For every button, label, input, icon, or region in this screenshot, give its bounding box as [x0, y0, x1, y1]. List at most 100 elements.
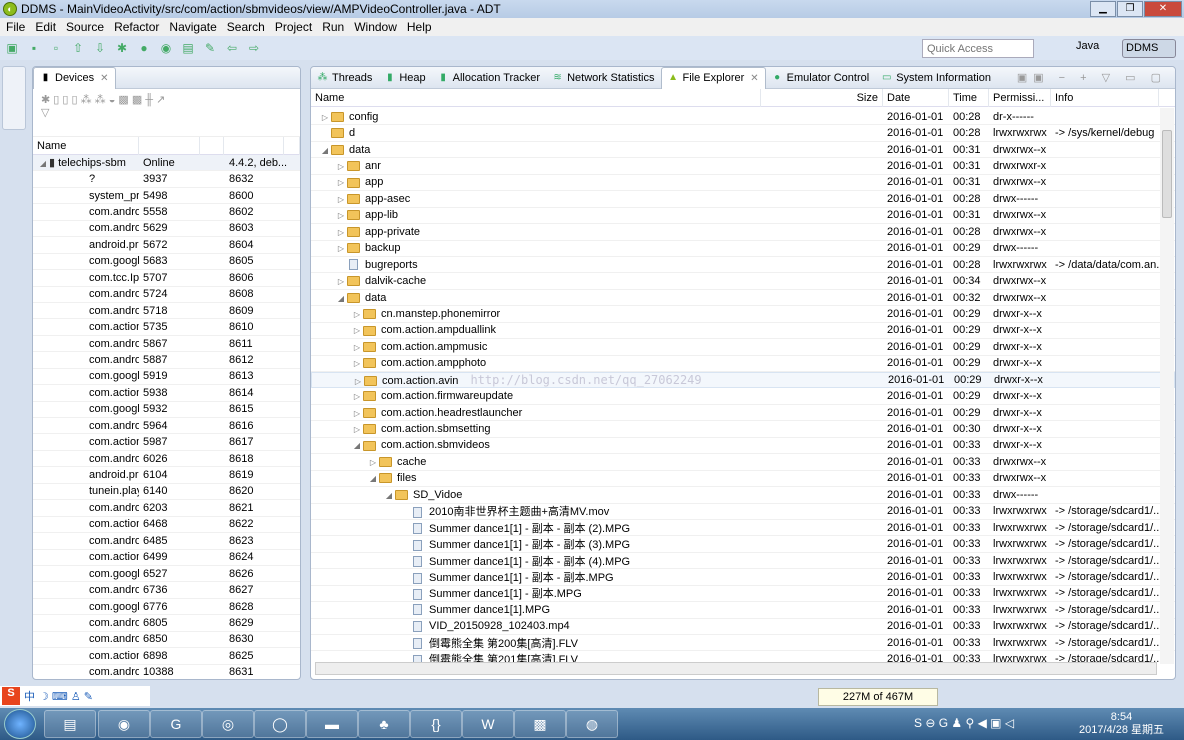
back-icon[interactable]: ⇦ [224, 40, 240, 56]
process-row[interactable]: com.andro 5724 8608 [33, 287, 300, 303]
menu-run[interactable]: Run [322, 20, 344, 34]
expand-arrow-icon[interactable]: ▷ [335, 178, 347, 187]
process-row[interactable]: com.andro 6203 8621 [33, 500, 300, 517]
process-row[interactable]: com.action 6468 8622 [33, 517, 300, 534]
expand-arrow-icon[interactable]: ▷ [351, 326, 363, 335]
folder-row[interactable]: ◢ files 2016-01-01 00:33 drwxrwx--x [311, 471, 1175, 488]
explorer-taskbar-icon[interactable]: ▤ [44, 710, 96, 738]
device-row[interactable]: ◢ ▮ telechips-sbm Online 4.4.2, deb... [33, 155, 300, 172]
file-row[interactable]: Summer dance1[1].MPG 2016-01-01 00:33 lrwxr… [311, 602, 1175, 619]
process-row[interactable]: com.andro 5629 8603 [33, 221, 300, 238]
process-row[interactable]: com.action 5938 8614 [33, 385, 300, 402]
folder-row[interactable]: ▷ app-lib 2016-01-01 00:31 drwxrwx--x [311, 208, 1175, 225]
menu-search[interactable]: Search [227, 20, 265, 34]
process-row[interactable]: com.googl 6776 8628 [33, 599, 300, 616]
start-button[interactable] [4, 709, 36, 739]
menu-project[interactable]: Project [275, 20, 312, 34]
folder-row[interactable]: ▷ com.action.ampduallink 2016-01-01 00:29 dr… [311, 323, 1175, 340]
column-header[interactable]: Name [33, 136, 139, 155]
file-row[interactable]: Summer dance1[1] - 副本 - 副本 (3).MPG 2016-0… [311, 536, 1175, 553]
file-row[interactable]: 2010南非世界杯主题曲+高清MV.mov 2016-01-01 00:33 lrwx… [311, 504, 1175, 520]
upload-icon[interactable]: ⇧ [70, 40, 86, 56]
column-header[interactable]: Name [311, 88, 761, 107]
process-row[interactable]: tunein.play 6140 8620 [33, 484, 300, 501]
tab-system-information[interactable]: ▭ System Information [875, 67, 997, 89]
expand-arrow-icon[interactable]: ◢ [383, 491, 395, 500]
process-row[interactable]: com.andro 5887 8612 [33, 352, 300, 369]
file-row[interactable]: 倒霉熊全集 第200集[高清].FLV 2016-01-01 00:33 lrwxrw… [311, 635, 1175, 652]
folder-row[interactable]: ▷ com.action.avin http://blog.csdn.net/qq_… [311, 372, 1175, 389]
process-row[interactable]: com.action 5735 8610 [33, 319, 300, 336]
expand-arrow-icon[interactable]: ▷ [351, 392, 363, 401]
column-header[interactable] [284, 136, 300, 155]
process-row[interactable]: com.googl 5683 8605 [33, 254, 300, 271]
expand-arrow-icon[interactable]: ▷ [335, 244, 347, 253]
external-tools-icon[interactable]: ◉ [158, 40, 174, 56]
process-row[interactable]: android.pr 5672 8604 [33, 237, 300, 254]
close-tab-icon[interactable]: ✕ [100, 73, 108, 84]
process-row[interactable]: system_prc 5498 8600 [33, 188, 300, 205]
folder-row[interactable]: ▷ com.action.headrestlauncher 2016-01-01 00… [311, 405, 1175, 422]
adt-taskbar-icon[interactable]: {} [410, 710, 462, 738]
process-row[interactable]: com.andro 5964 8616 [33, 418, 300, 435]
tab-network-statistics[interactable]: ≋ Network Statistics [546, 67, 660, 89]
process-row[interactable]: com.andro 5558 8602 [33, 204, 300, 221]
close-button[interactable]: ✕ [1144, 1, 1182, 17]
tab-allocation-tracker[interactable]: ▮ Allocation Tracker [432, 67, 546, 89]
horizontal-scrollbar[interactable] [315, 662, 1157, 675]
tab-devices[interactable]: ▮ Devices ✕ [33, 66, 116, 89]
clover-taskbar-icon[interactable]: ♣ [358, 710, 410, 738]
menu-edit[interactable]: Edit [35, 20, 56, 34]
process-row[interactable]: com.action 5987 8617 [33, 434, 300, 451]
expand-arrow-icon[interactable]: ▷ [351, 409, 363, 418]
column-header[interactable]: Time [949, 88, 989, 107]
column-header[interactable] [200, 136, 225, 155]
search-icon[interactable]: ✎ [202, 40, 218, 56]
quick-access-input[interactable] [922, 39, 1034, 58]
trim-stack[interactable] [2, 66, 26, 130]
download-icon[interactable]: ⇩ [92, 40, 108, 56]
process-row[interactable]: com.andro 6736 8627 [33, 582, 300, 599]
expand-arrow-icon[interactable]: ▷ [351, 425, 363, 434]
column-header[interactable] [139, 136, 201, 155]
folder-row[interactable]: ◢ SD_Vidoe 2016-01-01 00:33 drwx------ [311, 487, 1175, 504]
expand-arrow-icon[interactable]: ◢ [335, 294, 347, 303]
process-row[interactable]: com.andro 5867 8611 [33, 336, 300, 353]
process-row[interactable]: com.googl 5932 8615 [33, 402, 300, 418]
process-row[interactable]: com.andro 6026 8618 [33, 451, 300, 468]
expand-arrow-icon[interactable]: ◢ [37, 159, 49, 168]
expand-arrow-icon[interactable]: ▷ [352, 377, 364, 386]
menu-file[interactable]: File [6, 20, 25, 34]
tab-threads[interactable]: ⁂ Threads [311, 67, 378, 89]
process-row[interactable]: com.action 6898 8625 [33, 648, 300, 665]
forward-icon[interactable]: ⇨ [246, 40, 262, 56]
folder-row[interactable]: ▷ backup 2016-01-01 00:29 drwx------ [311, 241, 1175, 257]
file-row[interactable]: Summer dance1[1] - 副本.MPG 2016-01-01 00:33… [311, 586, 1175, 603]
process-row[interactable]: com.andro 6485 8623 [33, 533, 300, 550]
folder-row[interactable]: ▷ com.action.ampmusic 2016-01-01 00:29 drwxr… [311, 339, 1175, 356]
app-g-taskbar-icon[interactable]: G [150, 710, 202, 738]
expand-arrow-icon[interactable]: ▷ [335, 195, 347, 204]
expand-arrow-icon[interactable]: ▷ [335, 211, 347, 220]
image-taskbar-icon[interactable]: ▩ [514, 710, 566, 738]
column-header[interactable]: Info [1051, 88, 1159, 107]
menu-navigate[interactable]: Navigate [169, 20, 216, 34]
process-row[interactable]: com.andro 5718 8609 [33, 303, 300, 320]
ime-mode[interactable]: 中 [24, 688, 35, 704]
process-row[interactable]: com.googl 6527 8626 [33, 566, 300, 583]
column-header[interactable] [224, 136, 285, 155]
folder-row[interactable]: ▷ config 2016-01-01 00:28 dr-x------ [311, 109, 1175, 126]
debug-icon[interactable]: ✱ [114, 40, 130, 56]
run-icon[interactable]: ● [136, 40, 152, 56]
expand-arrow-icon[interactable]: ▷ [319, 113, 331, 122]
expand-arrow-icon[interactable]: ▷ [335, 162, 347, 171]
folder-row[interactable]: ▷ app 2016-01-01 00:31 drwxrwx--x [311, 175, 1175, 192]
open-folder-icon[interactable]: ▤ [180, 40, 196, 56]
file-row[interactable]: bugreports 2016-01-01 00:28 lrwxrwxrwx -> /d… [311, 257, 1175, 274]
file-row[interactable]: Summer dance1[1] - 副本 - 副本 (2).MPG 2016-0… [311, 520, 1175, 537]
process-row[interactable]: android.pr 6104 8619 [33, 467, 300, 484]
vertical-scrollbar[interactable] [1160, 108, 1174, 664]
process-row[interactable]: com.andro 10388 8631 [33, 665, 300, 681]
expand-arrow-icon[interactable]: ▷ [351, 359, 363, 368]
clock[interactable]: 8:54 2017/4/28 星期五 [1079, 711, 1164, 737]
